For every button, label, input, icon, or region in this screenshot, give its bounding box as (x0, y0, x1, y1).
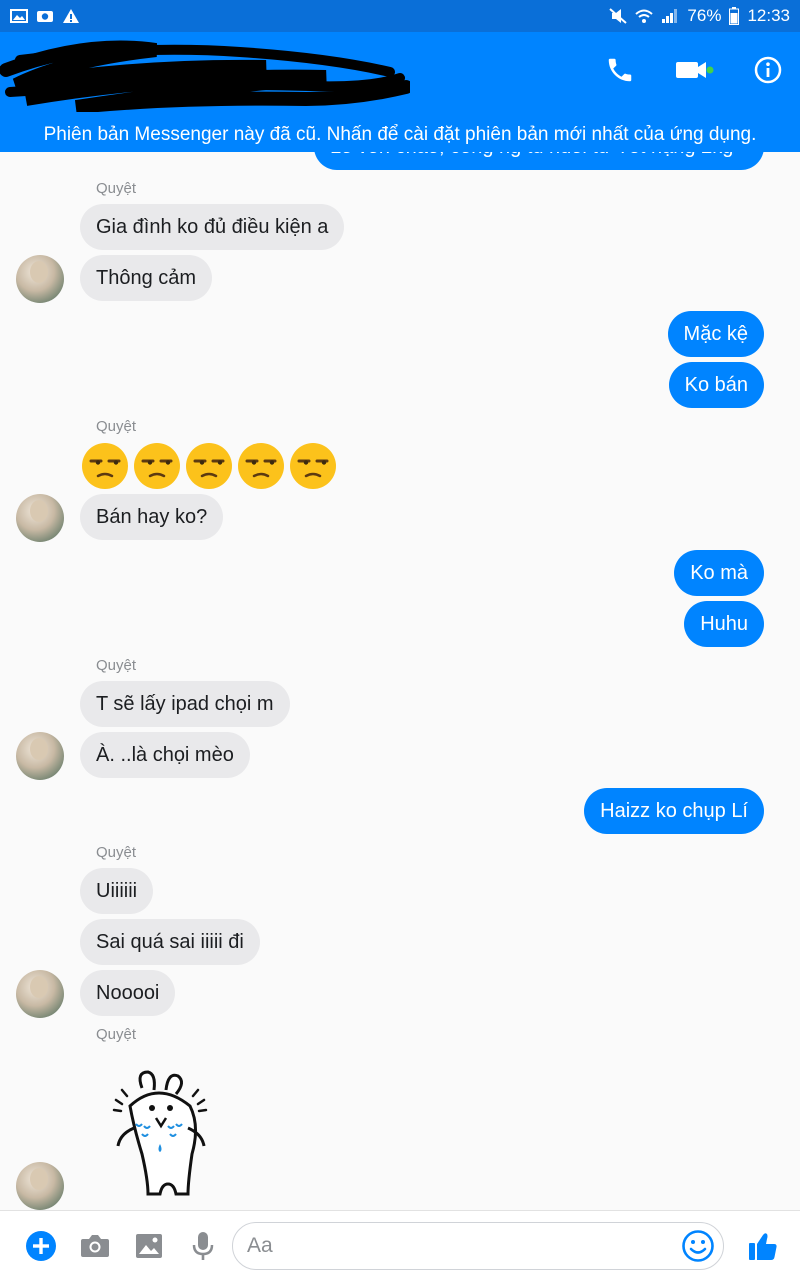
unamused-face-icon (82, 443, 128, 489)
outgoing-message[interactable]: Ko mà (674, 550, 764, 596)
message-composer (0, 1210, 800, 1280)
sender-name: Quyệt (96, 180, 137, 197)
unamused-face-icon (134, 443, 180, 489)
clock: 12:33 (747, 6, 790, 25)
incoming-message[interactable]: Gia đình ko đủ điều kiện a (80, 204, 345, 250)
emoji-message[interactable] (80, 441, 338, 491)
gallery-notification-icon (10, 9, 28, 23)
image-icon (136, 1234, 162, 1258)
sender-name: Quyệt (96, 1026, 137, 1043)
gallery-button[interactable] (132, 1229, 166, 1263)
emoji-picker-icon[interactable] (681, 1229, 715, 1263)
status-bar: 76% 12:33 (0, 0, 800, 32)
contact-avatar[interactable] (16, 970, 64, 1018)
battery-icon (729, 7, 740, 25)
contact-avatar[interactable] (16, 1162, 64, 1210)
incoming-message[interactable]: À. ..là chọi mèo (80, 732, 250, 778)
warning-icon (63, 9, 79, 23)
voice-message-button[interactable] (186, 1229, 220, 1263)
incoming-message[interactable]: Uiiiiii (80, 868, 154, 914)
wifi-icon (635, 9, 654, 23)
battery-percent: 76% (687, 6, 722, 25)
message-input[interactable] (247, 1223, 677, 1269)
voice-call-button[interactable] (602, 52, 638, 88)
thumbs-up-icon (749, 1233, 777, 1260)
plus-icon (26, 1231, 56, 1261)
unamused-face-icon (290, 443, 336, 489)
sender-name: Quyệt (96, 657, 137, 674)
contact-avatar[interactable] (16, 494, 64, 542)
outgoing-message[interactable]: Huhu (684, 601, 764, 647)
info-icon (754, 56, 782, 84)
like-button[interactable] (746, 1229, 780, 1263)
signal-icon (662, 9, 678, 23)
video-call-button[interactable] (672, 52, 716, 88)
contact-avatar[interactable] (16, 255, 64, 303)
more-actions-button[interactable] (24, 1229, 58, 1263)
outgoing-message[interactable]: Ko bán (668, 362, 764, 408)
incoming-message[interactable]: T sẽ lấy ipad chọi m (80, 681, 290, 727)
message-input-wrapper (232, 1222, 724, 1270)
update-banner[interactable]: Phiên bản Messenger này đã cũ. Nhấn để c… (0, 118, 800, 152)
message-thread[interactable]: Lỗ vốn chảo, công ng tu nuôi từ Tết nặng… (0, 0, 800, 1210)
sweating-rabbit-sticker[interactable] (108, 1066, 212, 1202)
video-camera-icon (676, 62, 714, 78)
microphone-icon (192, 1232, 214, 1260)
incoming-message[interactable]: Sai quá sai iiiii đi (80, 919, 260, 965)
incoming-message[interactable]: Nooooi (80, 970, 176, 1016)
contact-avatar[interactable] (16, 732, 64, 780)
incoming-message[interactable]: Bán hay ko? (80, 494, 224, 540)
camera-button[interactable] (78, 1229, 112, 1263)
unamused-face-icon (238, 443, 284, 489)
redacted-contact-name[interactable] (0, 40, 410, 112)
conversation-info-button[interactable] (750, 52, 786, 88)
phone-icon (608, 58, 632, 82)
mute-icon (609, 8, 628, 24)
unamused-face-icon (186, 443, 232, 489)
incoming-message[interactable]: Thông cảm (80, 255, 213, 301)
outgoing-message[interactable]: Mặc kệ (667, 311, 764, 357)
sender-name: Quyệt (96, 418, 137, 435)
camera-icon (81, 1235, 109, 1257)
outgoing-message[interactable]: Haizz ko chụp Lí (584, 788, 764, 834)
conversation-header (0, 32, 800, 118)
sender-name: Quyệt (96, 844, 137, 861)
camera-notification-icon (37, 11, 53, 22)
